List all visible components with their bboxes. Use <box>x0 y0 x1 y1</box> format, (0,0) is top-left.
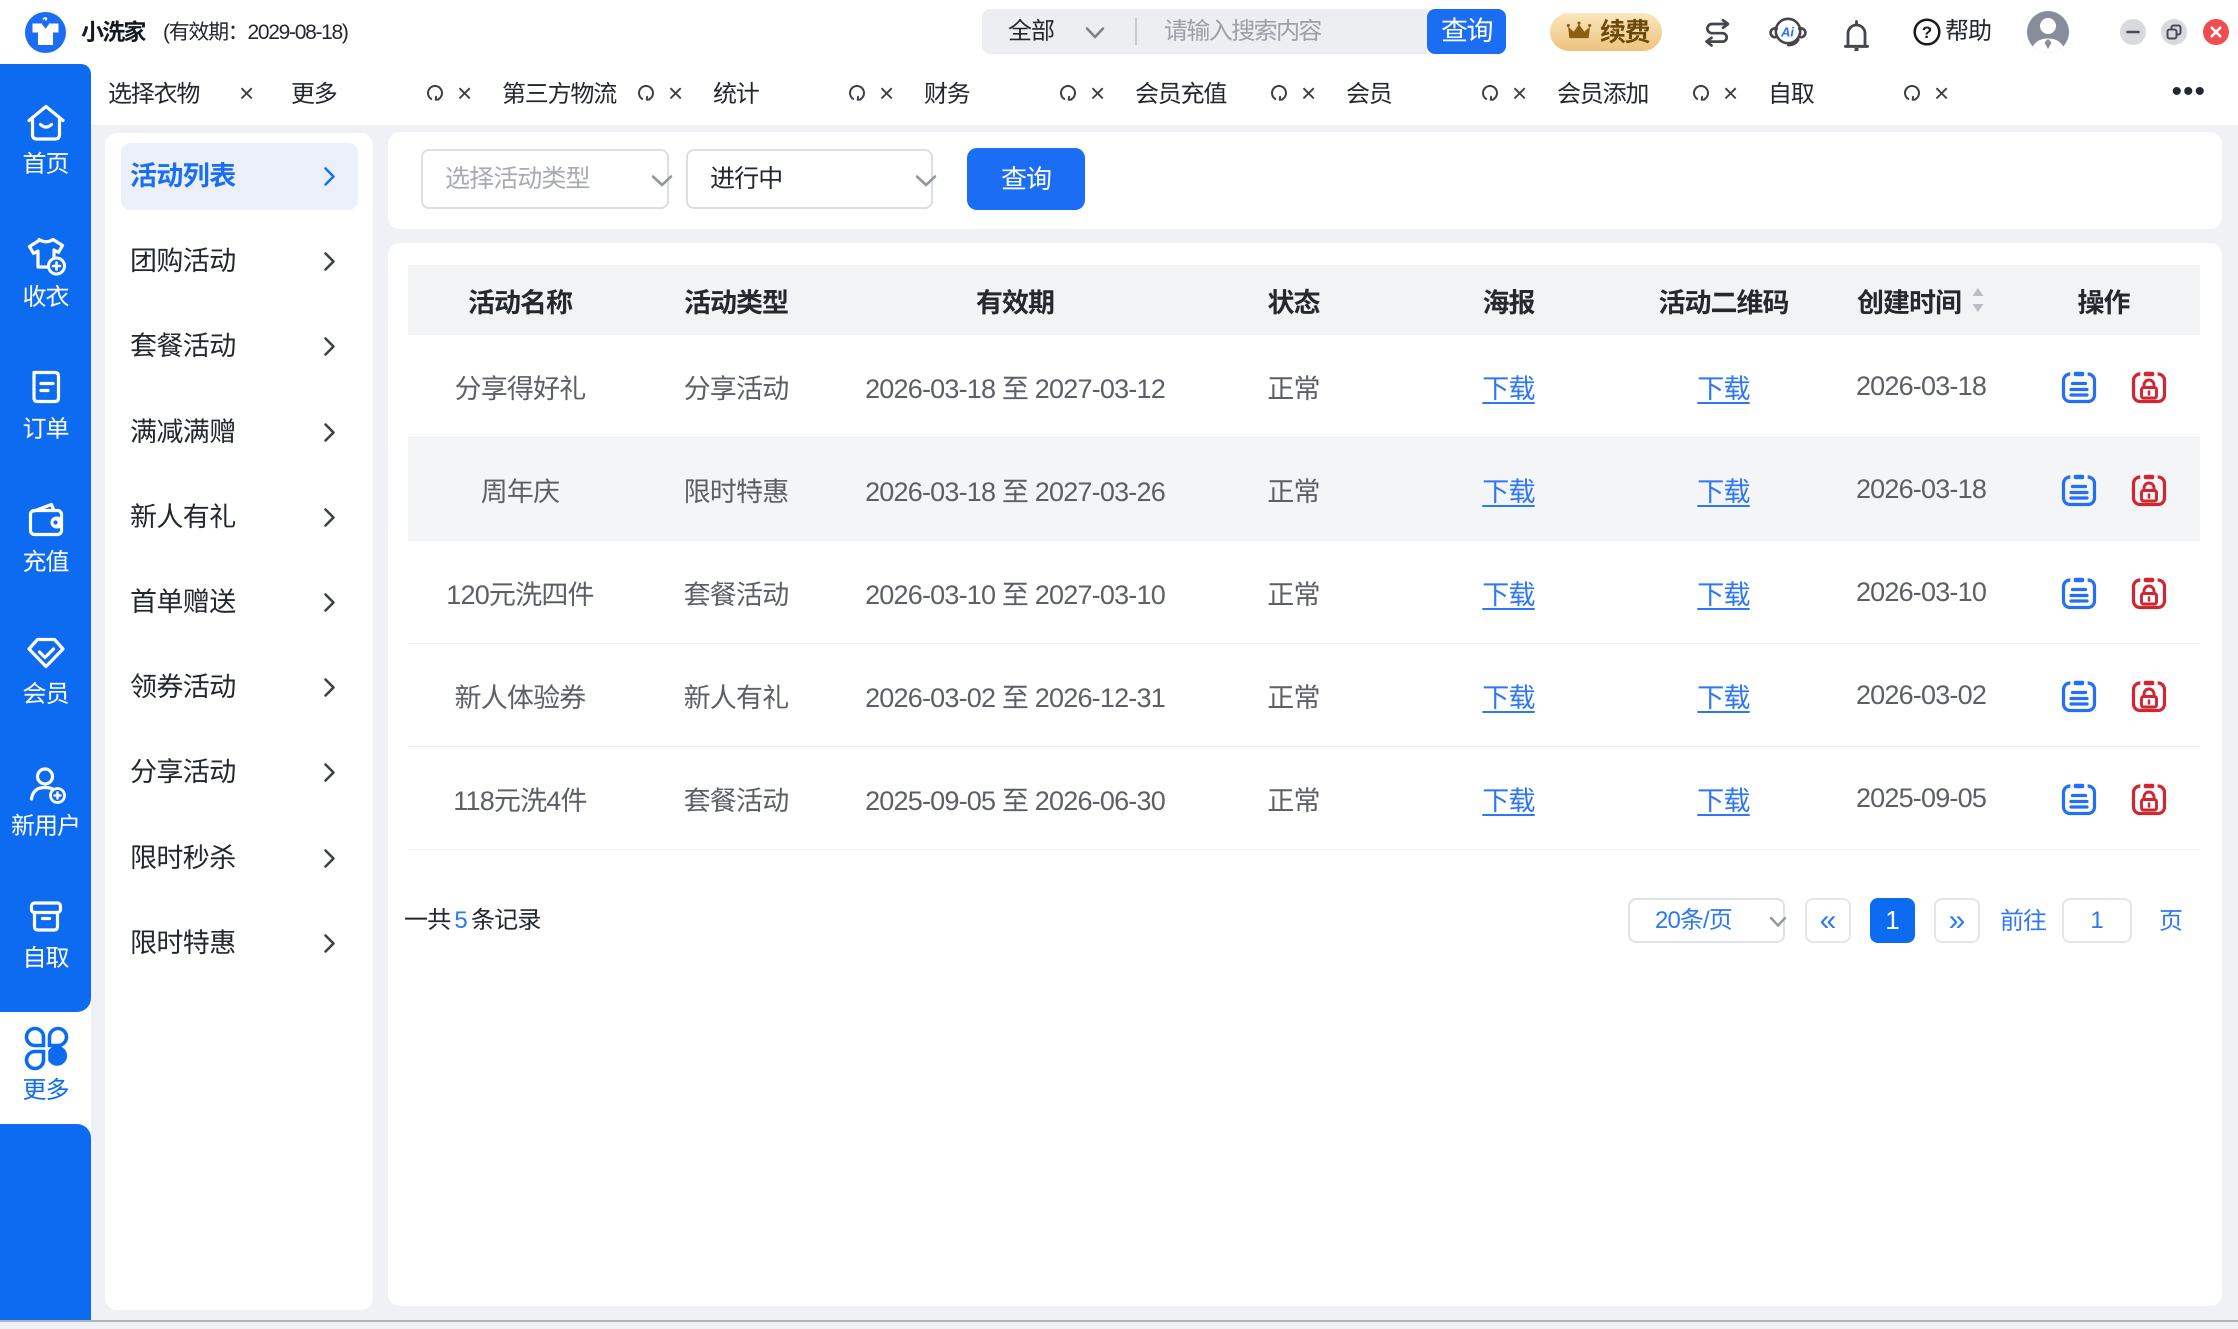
svg-text:Ai: Ai <box>1780 25 1794 40</box>
svg-text:?: ? <box>1922 23 1932 42</box>
